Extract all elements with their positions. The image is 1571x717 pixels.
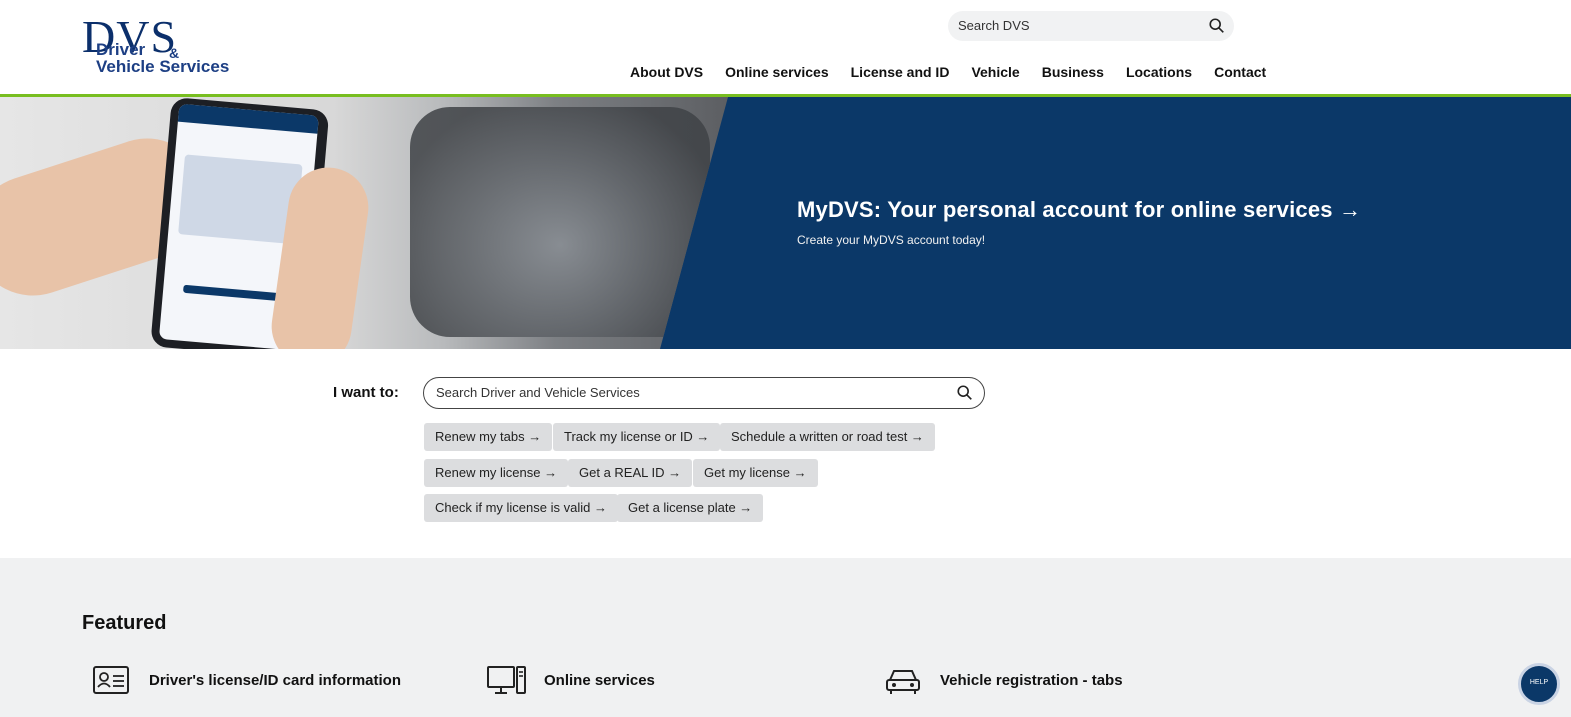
site-search-placeholder: Search DVS bbox=[958, 18, 1030, 33]
nav-locations[interactable]: Locations bbox=[1126, 64, 1192, 84]
search-icon[interactable] bbox=[956, 384, 974, 402]
hero-photo bbox=[0, 97, 728, 349]
nav-about-dvs[interactable]: About DVS bbox=[630, 64, 703, 84]
featured-title: Featured bbox=[82, 612, 167, 634]
hero-title-link[interactable]: MyDVS: Your personal account for online … bbox=[797, 197, 1361, 223]
nav-vehicle[interactable]: Vehicle bbox=[971, 64, 1019, 84]
help-chat-label: HELP bbox=[1529, 679, 1549, 686]
featured-vehicle-registration[interactable]: Vehicle registration - tabs bbox=[883, 662, 1123, 698]
car-icon bbox=[886, 670, 920, 694]
featured-online-services[interactable]: Online services bbox=[487, 662, 655, 698]
chip-schedule-test[interactable]: Schedule a written or road test → bbox=[720, 423, 935, 451]
chip-renew-tabs[interactable]: Renew my tabs → bbox=[424, 423, 553, 451]
hero-text: MyDVS: Your personal account for online … bbox=[797, 197, 1361, 247]
site-search-input[interactable]: Search DVS bbox=[948, 11, 1234, 41]
car-photo bbox=[410, 107, 710, 337]
i-want-to-label: I want to: bbox=[333, 384, 399, 401]
dvs-search-input[interactable]: Search Driver and Vehicle Services bbox=[423, 377, 985, 409]
search-icon[interactable] bbox=[1208, 17, 1226, 35]
nav-license-and-id[interactable]: License and ID bbox=[851, 64, 950, 84]
nav-online-services[interactable]: Online services bbox=[725, 64, 829, 84]
featured-online-services-label: Online services bbox=[544, 671, 655, 689]
chip-real-id[interactable]: Get a REAL ID → bbox=[568, 459, 693, 487]
hero-banner[interactable]: MyDVS: Your personal account for online … bbox=[0, 97, 1571, 349]
featured-section: Featured Driver's license/ID card inform… bbox=[0, 558, 1571, 717]
logo-line-2: Vehicle Services bbox=[96, 57, 230, 76]
site-header: DVS Driver & Vehicle Services Search DVS… bbox=[0, 0, 1571, 97]
nav-business[interactable]: Business bbox=[1042, 64, 1104, 84]
chip-license-plate[interactable]: Get a license plate → bbox=[617, 494, 764, 522]
computer-icon bbox=[487, 666, 526, 694]
id-card-icon bbox=[93, 666, 129, 694]
chip-get-license[interactable]: Get my license → bbox=[693, 459, 818, 487]
main-nav: About DVS Online services License and ID… bbox=[619, 64, 1277, 84]
featured-vehicle-registration-label: Vehicle registration - tabs bbox=[940, 671, 1123, 689]
hero-subtitle: Create your MyDVS account today! bbox=[797, 233, 986, 247]
chip-renew-license[interactable]: Renew my license → bbox=[424, 459, 569, 487]
featured-license-id-label: Driver's license/ID card information bbox=[149, 671, 401, 689]
featured-license-id[interactable]: Driver's license/ID card information bbox=[92, 662, 401, 698]
help-chat-button[interactable]: HELP bbox=[1518, 663, 1560, 705]
chip-track-license[interactable]: Track my license or ID → bbox=[553, 423, 721, 451]
chip-check-license[interactable]: Check if my license is valid → bbox=[424, 494, 618, 522]
nav-contact[interactable]: Contact bbox=[1214, 64, 1266, 84]
dvs-logo[interactable]: DVS Driver & Vehicle Services bbox=[82, 14, 272, 80]
dvs-search-placeholder: Search Driver and Vehicle Services bbox=[436, 385, 640, 400]
